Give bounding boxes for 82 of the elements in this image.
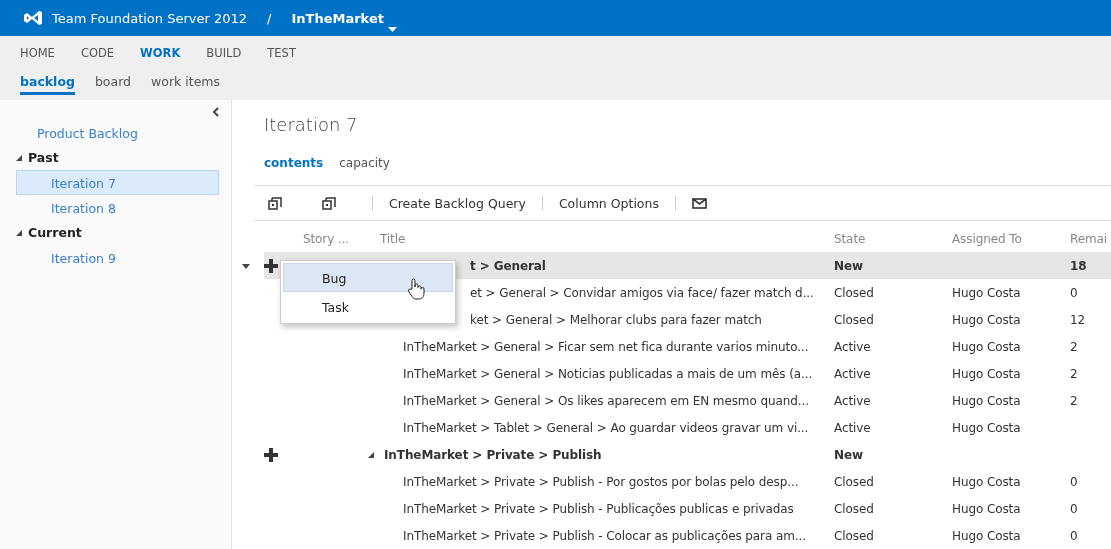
title-text: InTheMarket > General > Ficar sem net fica durante varios minuto... [403, 339, 809, 354]
iteration-link[interactable]: Iteration 8 [16, 195, 219, 220]
sub-tab[interactable]: board [94, 74, 132, 95]
state-text: Closed [834, 285, 874, 300]
title-text: InTheMarket > General > Os likes aparecem em EN mesmo quand... [403, 393, 809, 408]
column-header[interactable]: State [834, 225, 952, 252]
column-header[interactable]: Title [380, 225, 834, 252]
expand-triangle-icon [16, 229, 22, 236]
menu-item[interactable]: Bug [283, 263, 453, 292]
title-text: InTheMarket > Private > Publish - Publicações publicas e privadas [403, 501, 794, 516]
nav-tab[interactable]: WORK [140, 46, 181, 66]
iteration-link[interactable]: Iteration 7 [16, 170, 219, 195]
stack-icon [322, 196, 336, 211]
project-selector[interactable]: InTheMarket [291, 10, 384, 26]
assignee-text: Hugo Costa [952, 501, 1021, 516]
state-text: Closed [834, 312, 874, 327]
state-text: Closed [834, 501, 874, 516]
tree-group[interactable]: Current [16, 220, 219, 245]
assignee-text: Hugo Costa [952, 393, 1021, 408]
nav-tab[interactable]: TEST [267, 46, 296, 66]
state-text: New [834, 258, 863, 273]
add-child-button[interactable] [264, 447, 278, 462]
caret-icon [387, 26, 397, 32]
toolbar-button[interactable]: Column Options [554, 195, 663, 211]
title-text: et > General > Convidar amigos via face/ fazer match d... [470, 285, 814, 300]
stack-icon [268, 196, 282, 211]
state-text: Active [834, 339, 871, 354]
menu-item[interactable]: Task [283, 292, 453, 321]
assignee-text: Hugo Costa [952, 285, 1021, 300]
column-header[interactable]: Remai [1070, 225, 1111, 252]
sub-tab[interactable]: work items [151, 74, 221, 95]
plus-icon [264, 258, 278, 273]
assignee-text: Hugo Costa [952, 528, 1021, 543]
title-text: InTheMarket > Private > Publish - Por gostos por bolas pelo desp... [403, 474, 799, 489]
product-name: Team Foundation Server 2012 [52, 10, 248, 26]
remaining-text: 0 [1070, 474, 1078, 489]
view-tab[interactable]: capacity [339, 155, 390, 176]
state-text: Closed [834, 528, 874, 543]
logo-icon [24, 11, 42, 25]
state-text: Active [834, 366, 871, 381]
remaining-text: 0 [1070, 285, 1078, 300]
column-header[interactable]: Story ... [300, 225, 380, 252]
title-text: InTheMarket > Private > Publish [384, 447, 602, 462]
plus-icon [264, 447, 278, 462]
tree-group[interactable]: Past [16, 145, 219, 170]
page-title: Iteration 7 [264, 114, 359, 137]
title-text: InTheMarket > General > Noticias publicadas a mais de um mês (a... [403, 366, 813, 381]
remaining-text: 12 [1070, 312, 1086, 327]
assignee-text: Hugo Costa [952, 312, 1021, 327]
remaining-text: 2 [1070, 393, 1078, 408]
title-text: ket > General > Melhorar clubs para fazer match [470, 312, 762, 327]
title-text: t > General [470, 258, 546, 273]
toolbar-button[interactable]: Create Backlog Query [385, 195, 530, 211]
assignee-text: Hugo Costa [952, 474, 1021, 489]
collapse-arrow-icon[interactable] [242, 261, 250, 270]
nav-tab[interactable]: BUILD [206, 46, 242, 66]
assignee-text: Hugo Costa [952, 339, 1021, 354]
remaining-text: 2 [1070, 366, 1078, 381]
remaining-text: 2 [1070, 339, 1078, 354]
hand-cursor-icon [407, 278, 425, 300]
expand-triangle-icon [16, 154, 22, 161]
breadcrumb-separator: / [267, 10, 272, 26]
nav-tab[interactable]: HOME [20, 46, 55, 66]
backlog-link[interactable]: Product Backlog [16, 120, 219, 145]
nav-tab[interactable]: CODE [80, 46, 115, 66]
title-text: InTheMarket > Tablet > General > Ao guardar videos gravar um vi... [403, 420, 809, 435]
assignee-text: Hugo Costa [952, 420, 1021, 435]
sub-tab[interactable]: backlog [20, 74, 75, 95]
remaining-text: 18 [1070, 258, 1087, 273]
add-child-button[interactable] [264, 258, 278, 273]
title-text: InTheMarket > Private > Publish - Colocar as publicações para am... [403, 528, 806, 543]
state-text: Active [834, 420, 871, 435]
state-text: Active [834, 393, 871, 408]
iteration-link[interactable]: Iteration 9 [16, 245, 219, 270]
envelope-icon [691, 197, 707, 209]
remaining-text: 0 [1070, 501, 1078, 516]
column-header[interactable]: Assigned To [952, 225, 1070, 252]
state-text: New [834, 447, 863, 462]
state-text: Closed [834, 474, 874, 489]
assignee-text: Hugo Costa [952, 366, 1021, 381]
remaining-text: 0 [1070, 528, 1078, 543]
view-tab[interactable]: contents [264, 155, 324, 176]
